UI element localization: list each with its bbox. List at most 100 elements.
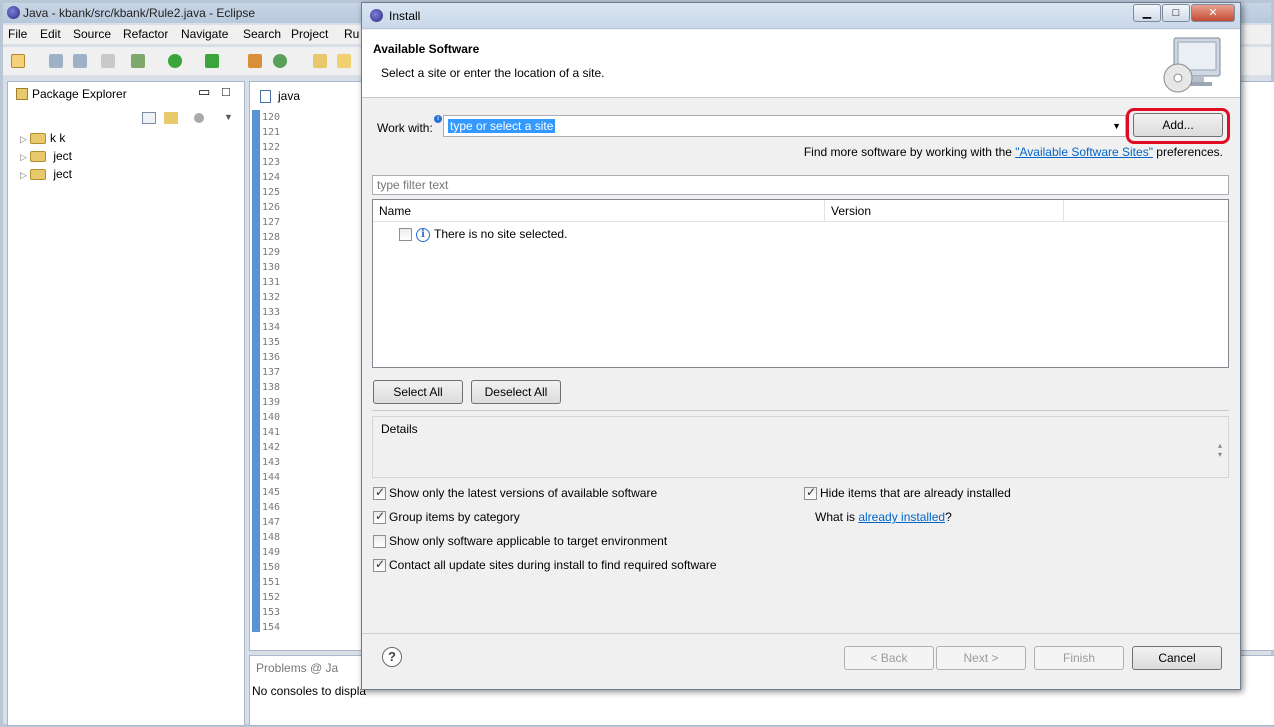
minimize-view-icon[interactable]: ▭ <box>198 84 210 100</box>
help-icon[interactable]: ? <box>382 647 402 667</box>
select-all-button[interactable]: Select All <box>373 380 463 404</box>
details-separator <box>372 410 1229 411</box>
skip-breakpoints-icon[interactable] <box>101 54 115 68</box>
option-target-environment[interactable]: Show only software applicable to target … <box>373 534 668 549</box>
package-explorer-title[interactable]: Package Explorer <box>32 87 127 101</box>
search-icon[interactable] <box>337 54 351 68</box>
find-more-software-text: Find more software by working with the "… <box>804 145 1223 159</box>
option-latest-versions[interactable]: Show only the latest versions of availab… <box>373 485 657 501</box>
minimize-window-button[interactable]: ▁ <box>1133 4 1161 22</box>
option-group-by-category[interactable]: Group items by category <box>373 509 520 525</box>
debug-icon[interactable] <box>131 54 145 68</box>
problems-tab[interactable]: Problems @ Ja <box>256 661 338 675</box>
available-software-sites-link[interactable]: "Available Software Sites" <box>1015 145 1153 159</box>
menu-project[interactable]: Project <box>291 27 328 41</box>
contact-update-sites-checkbox[interactable] <box>373 557 386 573</box>
line-number: 145 <box>262 487 281 498</box>
expand-arrow-icon[interactable]: ▷ <box>20 134 30 145</box>
line-number: 151 <box>262 577 281 588</box>
tree-item-project[interactable]: ▷ ject <box>20 149 72 163</box>
save-all-icon[interactable] <box>73 54 87 68</box>
row-checkbox[interactable] <box>399 228 412 242</box>
target-environment-label: Show only software applicable to target … <box>389 534 668 548</box>
run-external-icon[interactable] <box>205 54 219 68</box>
hide-installed-checkbox[interactable] <box>804 485 817 501</box>
line-number: 134 <box>262 322 281 333</box>
line-number: 140 <box>262 412 281 423</box>
option-contact-update-sites[interactable]: Contact all update sites during install … <box>373 557 717 573</box>
menu-run[interactable]: Ru <box>344 27 359 41</box>
line-number: 128 <box>262 232 281 243</box>
new-icon[interactable] <box>11 54 25 68</box>
menu-search[interactable]: Search <box>243 27 281 41</box>
back-button[interactable]: < Back <box>844 646 934 670</box>
expand-arrow-icon[interactable]: ▷ <box>20 152 30 163</box>
menu-navigate[interactable]: Navigate <box>181 27 228 41</box>
save-icon[interactable] <box>49 54 63 68</box>
group-by-category-label: Group items by category <box>389 510 520 524</box>
tree-item-project[interactable]: ▷ ject <box>20 167 72 181</box>
project-folder-icon <box>30 169 46 181</box>
collapse-all-icon[interactable] <box>142 112 156 124</box>
expand-arrow-icon[interactable]: ▷ <box>20 170 30 181</box>
menu-refactor[interactable]: Refactor <box>123 27 168 41</box>
dialog-heading: Available Software <box>373 42 480 56</box>
new-class-icon[interactable] <box>273 54 287 68</box>
target-environment-checkbox[interactable] <box>373 535 386 549</box>
add-button-highlight <box>1126 108 1230 144</box>
new-java-project-icon[interactable] <box>248 54 262 68</box>
line-number: 122 <box>262 142 281 153</box>
details-area[interactable]: Details ▴ ▾ <box>372 416 1229 478</box>
line-number: 127 <box>262 217 281 228</box>
menu-edit[interactable]: Edit <box>40 27 61 41</box>
tree-item-label: ject <box>50 149 73 163</box>
work-with-label: Work with: <box>377 121 433 135</box>
editor-tab[interactable]: java <box>254 86 344 106</box>
filter-input[interactable]: type filter text <box>372 175 1229 195</box>
cancel-button[interactable]: Cancel <box>1132 646 1222 670</box>
what-is-installed-text: What is already installed? <box>815 510 952 524</box>
line-number: 147 <box>262 517 281 528</box>
menu-file[interactable]: File <box>8 27 27 41</box>
next-button[interactable]: Next > <box>936 646 1026 670</box>
line-number: 123 <box>262 157 281 168</box>
footer-separator <box>362 633 1240 634</box>
work-with-value[interactable]: type or select a site <box>448 119 556 133</box>
line-number: 152 <box>262 592 281 603</box>
tree-item-project[interactable]: ▷ k k <box>20 131 65 145</box>
what-is-suffix: ? <box>945 510 952 524</box>
focus-icon[interactable] <box>194 113 204 123</box>
line-number: 133 <box>262 307 281 318</box>
menu-source[interactable]: Source <box>73 27 111 41</box>
work-with-combo[interactable]: type or select a site ▼ <box>443 115 1126 137</box>
maximize-window-button[interactable]: □ <box>1162 4 1190 22</box>
run-icon[interactable] <box>168 54 182 68</box>
option-hide-installed[interactable]: Hide items that are already installed <box>804 485 1011 501</box>
deselect-all-button[interactable]: Deselect All <box>471 380 561 404</box>
dropdown-arrow-icon[interactable]: ▼ <box>1112 121 1121 131</box>
link-with-editor-icon[interactable] <box>164 112 178 124</box>
line-number: 136 <box>262 352 281 363</box>
line-number: 139 <box>262 397 281 408</box>
open-type-icon[interactable] <box>313 54 327 68</box>
close-window-button[interactable]: ✕ <box>1191 4 1235 22</box>
contact-update-sites-label: Contact all update sites during install … <box>389 558 717 572</box>
latest-versions-checkbox[interactable] <box>373 485 386 501</box>
view-menu-icon[interactable]: ▼ <box>224 112 233 122</box>
group-by-category-checkbox[interactable] <box>373 509 386 525</box>
column-version[interactable]: Version <box>825 200 1064 222</box>
finish-button[interactable]: Finish <box>1034 646 1124 670</box>
column-name[interactable]: Name <box>373 200 825 222</box>
maximize-view-icon[interactable]: □ <box>222 84 230 99</box>
already-installed-link[interactable]: already installed <box>858 510 945 524</box>
java-file-icon <box>260 90 271 103</box>
table-row[interactable]: i There is no site selected. <box>399 227 567 242</box>
line-numbers: 120 121 122 123 124 125 126 127 128 129 130 131 132 1… <box>262 110 292 635</box>
project-folder-icon <box>30 133 46 145</box>
editor-tab-label: java <box>278 89 301 103</box>
details-scroll-icon[interactable]: ▴ ▾ <box>1218 441 1222 459</box>
line-number: 120 <box>262 112 281 123</box>
column-filler <box>1064 200 1228 222</box>
details-label: Details <box>381 422 418 436</box>
line-number: 149 <box>262 547 281 558</box>
